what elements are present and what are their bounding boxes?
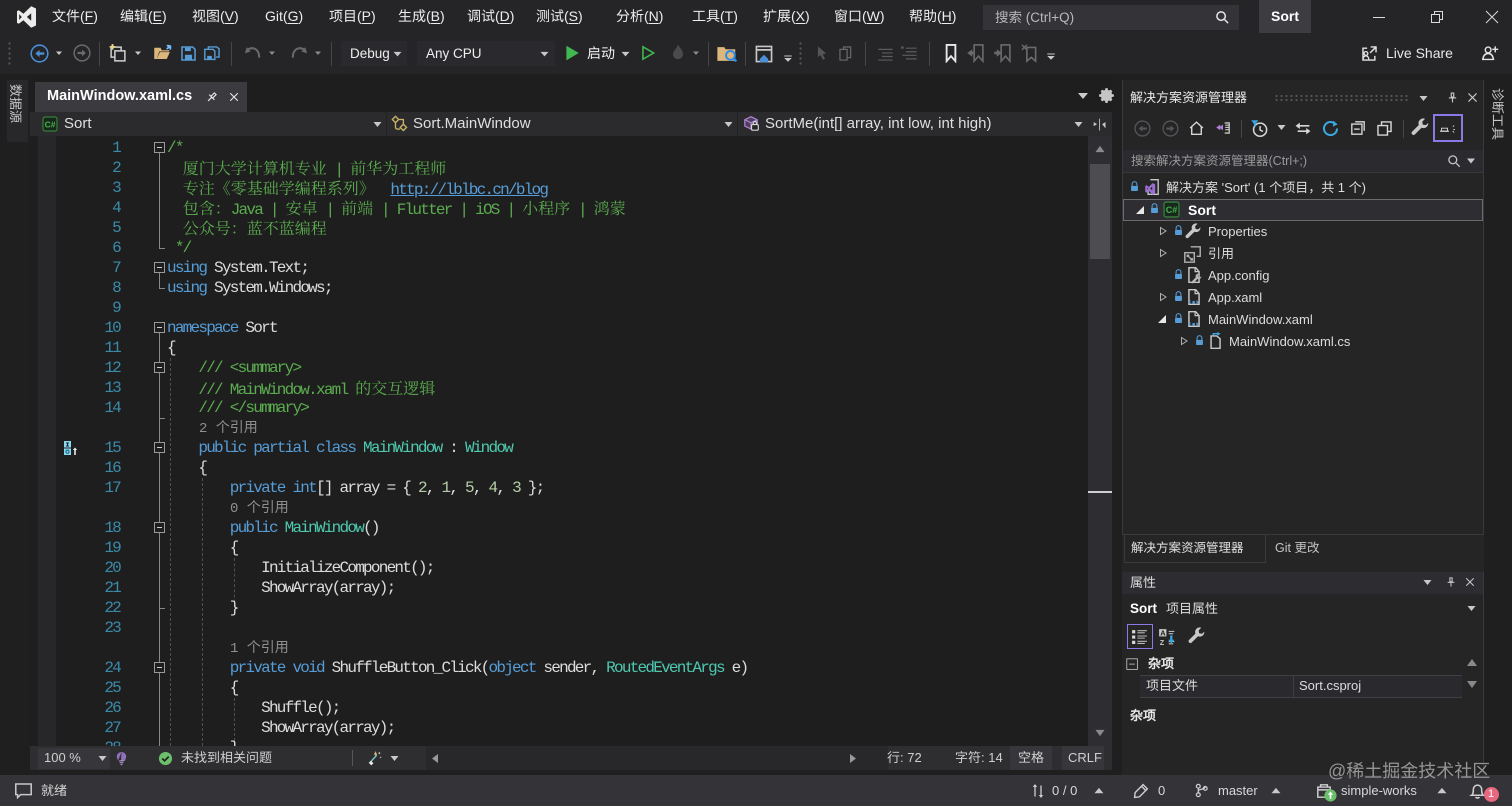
svg-text:C#: C# — [1166, 205, 1178, 215]
svg-text:C#: C# — [45, 120, 56, 130]
svg-text:Z: Z — [1160, 638, 1165, 646]
svg-text:A: A — [1160, 628, 1166, 637]
